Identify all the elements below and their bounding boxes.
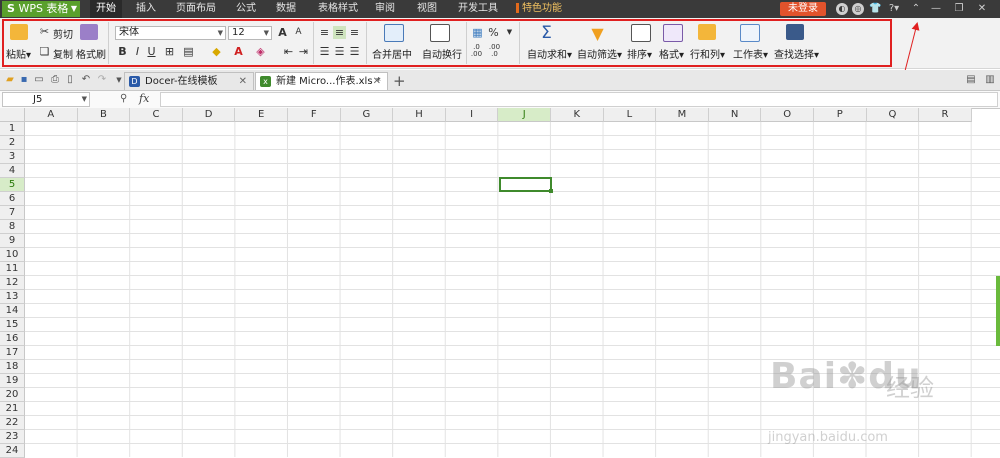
row-header[interactable]: 24 (0, 444, 25, 458)
tab-label: 新建 Micro...作表.xls * (276, 76, 381, 87)
row-header[interactable]: 3 (0, 150, 25, 164)
column-header[interactable]: O (761, 108, 814, 122)
print-icon[interactable]: ⎙ (49, 74, 61, 86)
column-header[interactable]: J (498, 108, 551, 122)
column-header[interactable]: R (919, 108, 972, 122)
row-header[interactable]: 5 (0, 178, 25, 192)
chevron-down-icon: ▼ (81, 95, 87, 103)
watermark-cn: 经验 (886, 374, 934, 402)
side-panel-handle[interactable] (996, 276, 1000, 346)
watermark-url: jingyan.baidu.com (768, 430, 888, 445)
insert-function-icon[interactable]: fx (139, 92, 149, 105)
row-header[interactable]: 16 (0, 332, 25, 346)
tab-docer-templates[interactable]: D Docer-在线模板 ✕ (124, 72, 254, 90)
column-header[interactable]: H (393, 108, 446, 122)
row-header[interactable]: 1 (0, 122, 25, 136)
fill-handle[interactable] (549, 189, 553, 193)
row-header[interactable]: 22 (0, 416, 25, 430)
new-tab-button[interactable]: + (393, 72, 406, 90)
column-header[interactable]: E (235, 108, 288, 122)
tab-list-icon[interactable]: ▥ (984, 74, 996, 86)
save-icon[interactable]: ▪ (18, 74, 30, 86)
print-preview-icon[interactable]: ▭ (33, 74, 45, 86)
column-header[interactable]: I (445, 108, 499, 122)
row-header[interactable]: 10 (0, 248, 25, 262)
formula-input[interactable] (160, 92, 998, 107)
column-header[interactable]: M (656, 108, 709, 122)
column-header[interactable]: K (551, 108, 604, 122)
column-header[interactable]: D (182, 108, 236, 122)
sidebar-toggle-icon[interactable]: ▤ (965, 74, 977, 86)
spreadsheet-file-icon: x (260, 76, 271, 87)
row-header[interactable]: 9 (0, 234, 25, 248)
undo-icon[interactable]: ↶ (80, 74, 92, 86)
zoom-icon[interactable]: ⚲ (120, 93, 127, 104)
row-header[interactable]: 4 (0, 164, 25, 178)
column-header[interactable]: P (814, 108, 867, 122)
column-header[interactable]: B (77, 108, 131, 122)
row-header[interactable]: 6 (0, 192, 25, 206)
column-header[interactable]: L (603, 108, 657, 122)
row-header[interactable]: 8 (0, 220, 25, 234)
column-header[interactable]: Q (866, 108, 920, 122)
cell-reference: J5 (33, 94, 43, 105)
column-header[interactable]: N (708, 108, 762, 122)
row-header[interactable]: 15 (0, 318, 25, 332)
baidu-paw-icon: ✽ (837, 356, 869, 397)
row-header[interactable]: 20 (0, 388, 25, 402)
close-icon[interactable]: ✕ (373, 73, 381, 90)
row-header[interactable]: 18 (0, 360, 25, 374)
row-header[interactable]: 12 (0, 276, 25, 290)
row-header[interactable]: 14 (0, 304, 25, 318)
active-cell[interactable] (499, 177, 553, 193)
preview-icon[interactable]: ▯ (64, 74, 76, 86)
watermark-text: Bai (770, 356, 838, 397)
name-box[interactable]: J5 ▼ (2, 92, 90, 107)
column-header[interactable]: A (25, 108, 78, 122)
column-header[interactable]: C (130, 108, 183, 122)
column-header[interactable]: F (288, 108, 341, 122)
row-header[interactable]: 17 (0, 346, 25, 360)
row-header[interactable]: 2 (0, 136, 25, 150)
close-icon[interactable]: ✕ (239, 73, 247, 90)
docer-icon: D (129, 76, 140, 87)
row-header[interactable]: 21 (0, 402, 25, 416)
row-header[interactable]: 23 (0, 430, 25, 444)
redo-icon[interactable]: ↷ (96, 74, 108, 86)
select-all-corner[interactable] (0, 108, 25, 122)
row-header[interactable]: 13 (0, 290, 25, 304)
column-header[interactable]: G (340, 108, 394, 122)
baidu-watermark: Bai✽du 经验 jingyan.baidu.com (760, 350, 950, 450)
open-icon[interactable]: ▰ (4, 74, 16, 86)
row-header[interactable]: 11 (0, 262, 25, 276)
row-header[interactable]: 7 (0, 206, 25, 220)
row-header[interactable]: 19 (0, 374, 25, 388)
tab-label: Docer-在线模板 (145, 76, 218, 87)
tab-workbook[interactable]: x 新建 Micro...作表.xls * ✕ (255, 72, 388, 90)
